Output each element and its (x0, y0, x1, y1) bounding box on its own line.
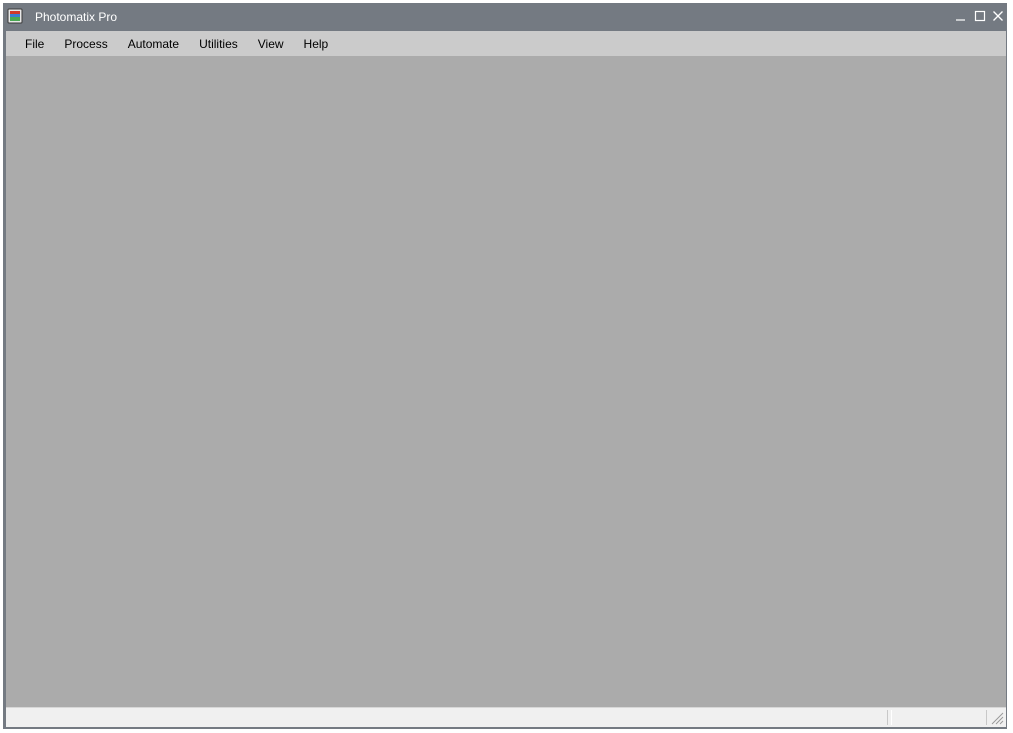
status-pane-main (8, 710, 888, 725)
menu-automate[interactable]: Automate (118, 33, 189, 55)
resize-grip-icon[interactable] (990, 711, 1004, 725)
window-title: Photomatix Pro (35, 10, 118, 24)
menu-help[interactable]: Help (294, 33, 339, 55)
title-bar[interactable]: Photomatix Pro (3, 3, 1007, 31)
app-window: Photomatix Pro File Process Automate Uti… (3, 3, 1007, 729)
menu-utilities[interactable]: Utilities (189, 33, 248, 55)
minimize-icon[interactable] (953, 8, 969, 24)
menu-process[interactable]: Process (54, 33, 117, 55)
maximize-icon[interactable] (972, 8, 988, 24)
menu-view[interactable]: View (248, 33, 294, 55)
client-area: File Process Automate Utilities View Hel… (6, 31, 1006, 727)
status-bar (6, 707, 1006, 727)
close-icon[interactable] (990, 8, 1006, 24)
status-pane-secondary (891, 710, 987, 725)
photomatix-app-icon[interactable] (7, 8, 23, 24)
menu-bar: File Process Automate Utilities View Hel… (6, 31, 1006, 56)
mdi-workspace (6, 56, 1006, 707)
menu-file[interactable]: File (15, 33, 54, 55)
